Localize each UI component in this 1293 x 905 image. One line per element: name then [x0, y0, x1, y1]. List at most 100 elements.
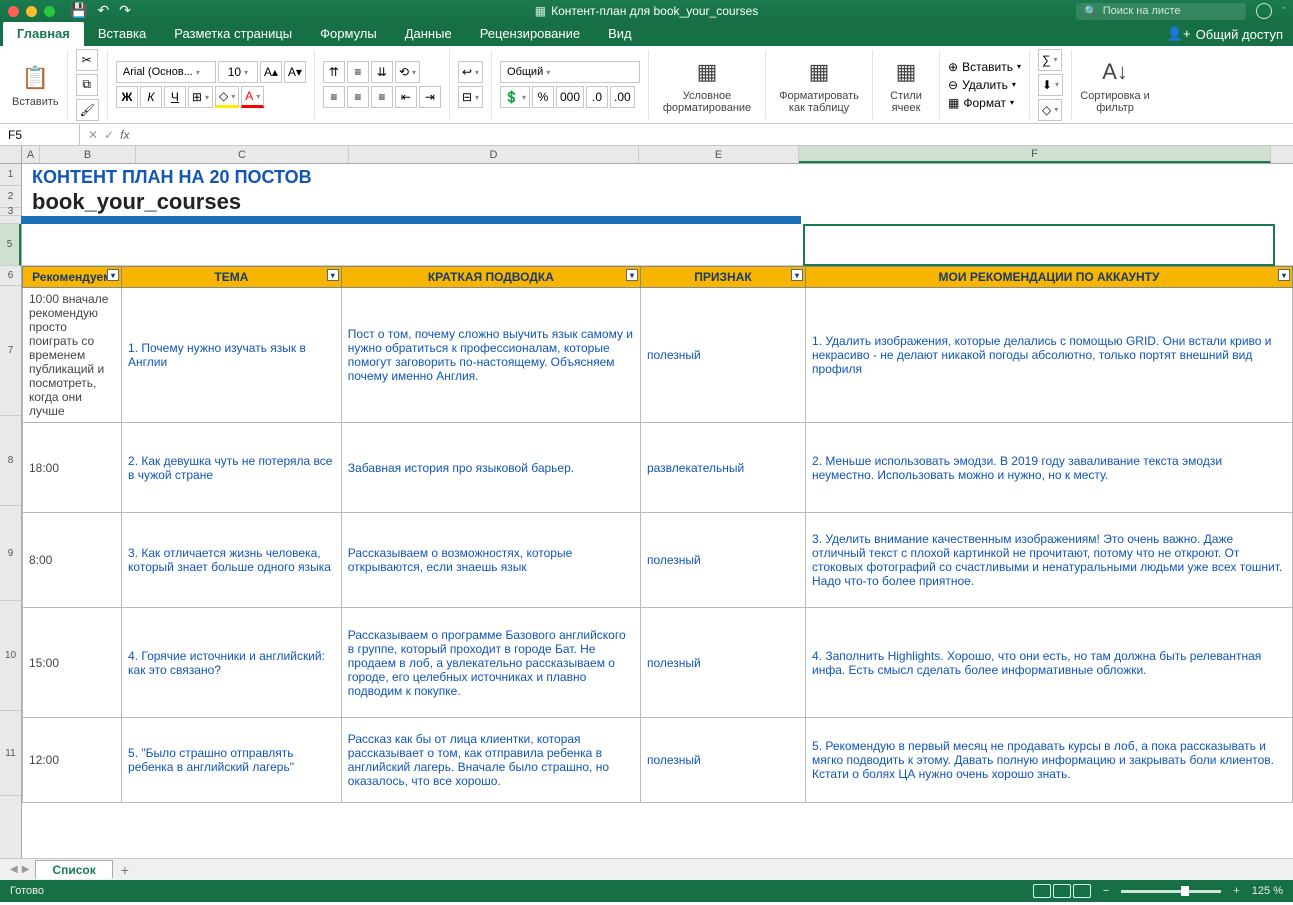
- clear-icon[interactable]: ◇: [1038, 99, 1062, 121]
- save-icon[interactable]: 💾: [70, 2, 87, 19]
- insert-cells-label[interactable]: Вставить: [962, 60, 1013, 74]
- borders-button[interactable]: ⊞: [188, 86, 213, 108]
- filter-icon[interactable]: ▾: [791, 269, 803, 281]
- cell-topic[interactable]: 4. Горячие источники и английский: как э…: [122, 608, 342, 718]
- undo-icon[interactable]: ↶: [97, 2, 109, 19]
- align-left-icon[interactable]: ≡: [323, 86, 345, 108]
- spreadsheet-grid[interactable]: A B C D E F 1 2 3 5 6 7 8 9 10 11 КОНТЕН…: [0, 146, 1293, 858]
- cut-icon[interactable]: ✂: [76, 49, 98, 71]
- cell-summary[interactable]: Рассказываем о возможностях, которые отк…: [341, 513, 640, 608]
- format-as-table-button[interactable]: ▦ Форматировать как таблицу: [774, 56, 864, 114]
- merge-button[interactable]: ⊟: [458, 86, 483, 108]
- cell-summary[interactable]: Пост о том, почему сложно выучить язык с…: [341, 288, 640, 423]
- filter-icon[interactable]: ▾: [107, 269, 119, 281]
- row-header[interactable]: 10: [0, 601, 21, 711]
- row-header[interactable]: 3: [0, 208, 21, 216]
- filter-icon[interactable]: ▾: [1278, 269, 1290, 281]
- row-header[interactable]: 6: [0, 266, 21, 286]
- row-header[interactable]: 5: [0, 224, 21, 266]
- add-sheet-button[interactable]: +: [113, 862, 137, 878]
- align-bottom-icon[interactable]: ⇊: [371, 61, 393, 83]
- tab-insert[interactable]: Вставка: [84, 21, 160, 46]
- decrease-indent-icon[interactable]: ⇤: [395, 86, 417, 108]
- font-name-select[interactable]: Arial (Основ...: [116, 61, 216, 83]
- insert-cells-icon[interactable]: ⊕: [948, 60, 958, 74]
- font-size-select[interactable]: 10: [218, 61, 258, 83]
- search-input[interactable]: 🔍 Поиск на листе: [1076, 3, 1246, 20]
- select-all-corner[interactable]: [0, 146, 22, 163]
- row-header[interactable]: 11: [0, 711, 21, 796]
- view-normal-icon[interactable]: [1033, 884, 1051, 898]
- number-format-select[interactable]: Общий: [500, 61, 640, 83]
- cell-summary[interactable]: Рассказываем о программе Базового англий…: [341, 608, 640, 718]
- thousands-icon[interactable]: 000: [556, 86, 584, 108]
- sheet-nav-last-icon[interactable]: ▶: [22, 864, 30, 875]
- currency-icon[interactable]: 💲: [500, 86, 530, 108]
- fill-color-button[interactable]: ◇: [215, 86, 239, 108]
- cell-topic[interactable]: 2. Как девушка чуть не потеряла все в чу…: [122, 423, 342, 513]
- increase-font-icon[interactable]: A▴: [260, 61, 282, 83]
- cell-tag[interactable]: полезный: [640, 288, 805, 423]
- zoom-value[interactable]: 125 %: [1252, 885, 1283, 897]
- row-header[interactable]: 8: [0, 416, 21, 506]
- font-color-button[interactable]: А: [241, 86, 264, 108]
- align-top-icon[interactable]: ⇈: [323, 61, 345, 83]
- view-layout-icon[interactable]: [1053, 884, 1071, 898]
- confirm-formula-icon[interactable]: ✓: [104, 128, 114, 142]
- col-header-B[interactable]: B: [40, 146, 136, 163]
- cell-rec[interactable]: 1. Удалить изображения, которые делались…: [806, 288, 1293, 423]
- cell-time[interactable]: 15:00: [23, 608, 122, 718]
- cell-time[interactable]: 12:00: [23, 718, 122, 803]
- tab-view[interactable]: Вид: [594, 21, 646, 46]
- increase-indent-icon[interactable]: ⇥: [419, 86, 441, 108]
- sort-filter-button[interactable]: А↓ Сортировка и фильтр: [1080, 56, 1150, 114]
- autosum-icon[interactable]: ∑: [1038, 49, 1062, 71]
- cell-rec[interactable]: 4. Заполнить Highlights. Хорошо, что они…: [806, 608, 1293, 718]
- redo-icon[interactable]: ↷: [119, 2, 131, 19]
- col-header-F[interactable]: F: [799, 146, 1271, 163]
- tab-home[interactable]: Главная: [3, 21, 84, 46]
- conditional-format-button[interactable]: ▦ Условное форматирование: [657, 56, 757, 114]
- cell-topic[interactable]: 1. Почему нужно изучать язык в Англии: [122, 288, 342, 423]
- row-header[interactable]: 2: [0, 186, 21, 208]
- format-painter-icon[interactable]: 🖌: [76, 99, 99, 121]
- sheet-tab[interactable]: Список: [35, 860, 112, 879]
- cell-reference-input[interactable]: F5: [0, 124, 80, 145]
- cell-tag[interactable]: полезный: [640, 513, 805, 608]
- tab-layout[interactable]: Разметка страницы: [160, 21, 306, 46]
- cell-rec[interactable]: 2. Меньше использовать эмодзи. В 2019 го…: [806, 423, 1293, 513]
- decrease-font-icon[interactable]: A▾: [284, 61, 306, 83]
- delete-cells-label[interactable]: Удалить: [962, 78, 1008, 92]
- underline-button[interactable]: Ч: [164, 86, 186, 108]
- table-row[interactable]: 8:003. Как отличается жизнь человека, ко…: [23, 513, 1293, 608]
- filter-icon[interactable]: ▾: [327, 269, 339, 281]
- bold-button[interactable]: Ж: [116, 86, 138, 108]
- maximize-window-button[interactable]: [44, 6, 55, 17]
- col-header-C[interactable]: C: [136, 146, 349, 163]
- format-cells-label[interactable]: Формат: [963, 96, 1006, 110]
- view-break-icon[interactable]: [1073, 884, 1091, 898]
- italic-button[interactable]: К: [140, 86, 162, 108]
- share-button[interactable]: 👤+ Общий доступ: [1167, 22, 1283, 46]
- table-row[interactable]: 18:002. Как девушка чуть не потеряла все…: [23, 423, 1293, 513]
- tab-formulas[interactable]: Формулы: [306, 21, 391, 46]
- row-header[interactable]: [0, 216, 21, 224]
- tab-review[interactable]: Рецензирование: [466, 21, 594, 46]
- row-header[interactable]: 9: [0, 506, 21, 601]
- decrease-decimal-icon[interactable]: .00: [610, 86, 635, 108]
- cell-summary[interactable]: Забавная история про языковой барьер.: [341, 423, 640, 513]
- cell-tag[interactable]: развлекательный: [640, 423, 805, 513]
- fx-icon[interactable]: fx: [120, 128, 129, 142]
- fill-icon[interactable]: ⬇: [1038, 74, 1063, 96]
- cancel-formula-icon[interactable]: ✕: [88, 128, 98, 142]
- col-header-A[interactable]: A: [22, 146, 40, 163]
- row-header[interactable]: 7: [0, 286, 21, 416]
- increase-decimal-icon[interactable]: .0: [586, 86, 608, 108]
- col-header-D[interactable]: D: [349, 146, 639, 163]
- ribbon-collapse-icon[interactable]: ˇ: [1282, 6, 1285, 16]
- cell-tag[interactable]: полезный: [640, 608, 805, 718]
- feedback-icon[interactable]: [1256, 3, 1272, 19]
- close-window-button[interactable]: [8, 6, 19, 17]
- align-center-icon[interactable]: ≡: [347, 86, 369, 108]
- cell-time[interactable]: 18:00: [23, 423, 122, 513]
